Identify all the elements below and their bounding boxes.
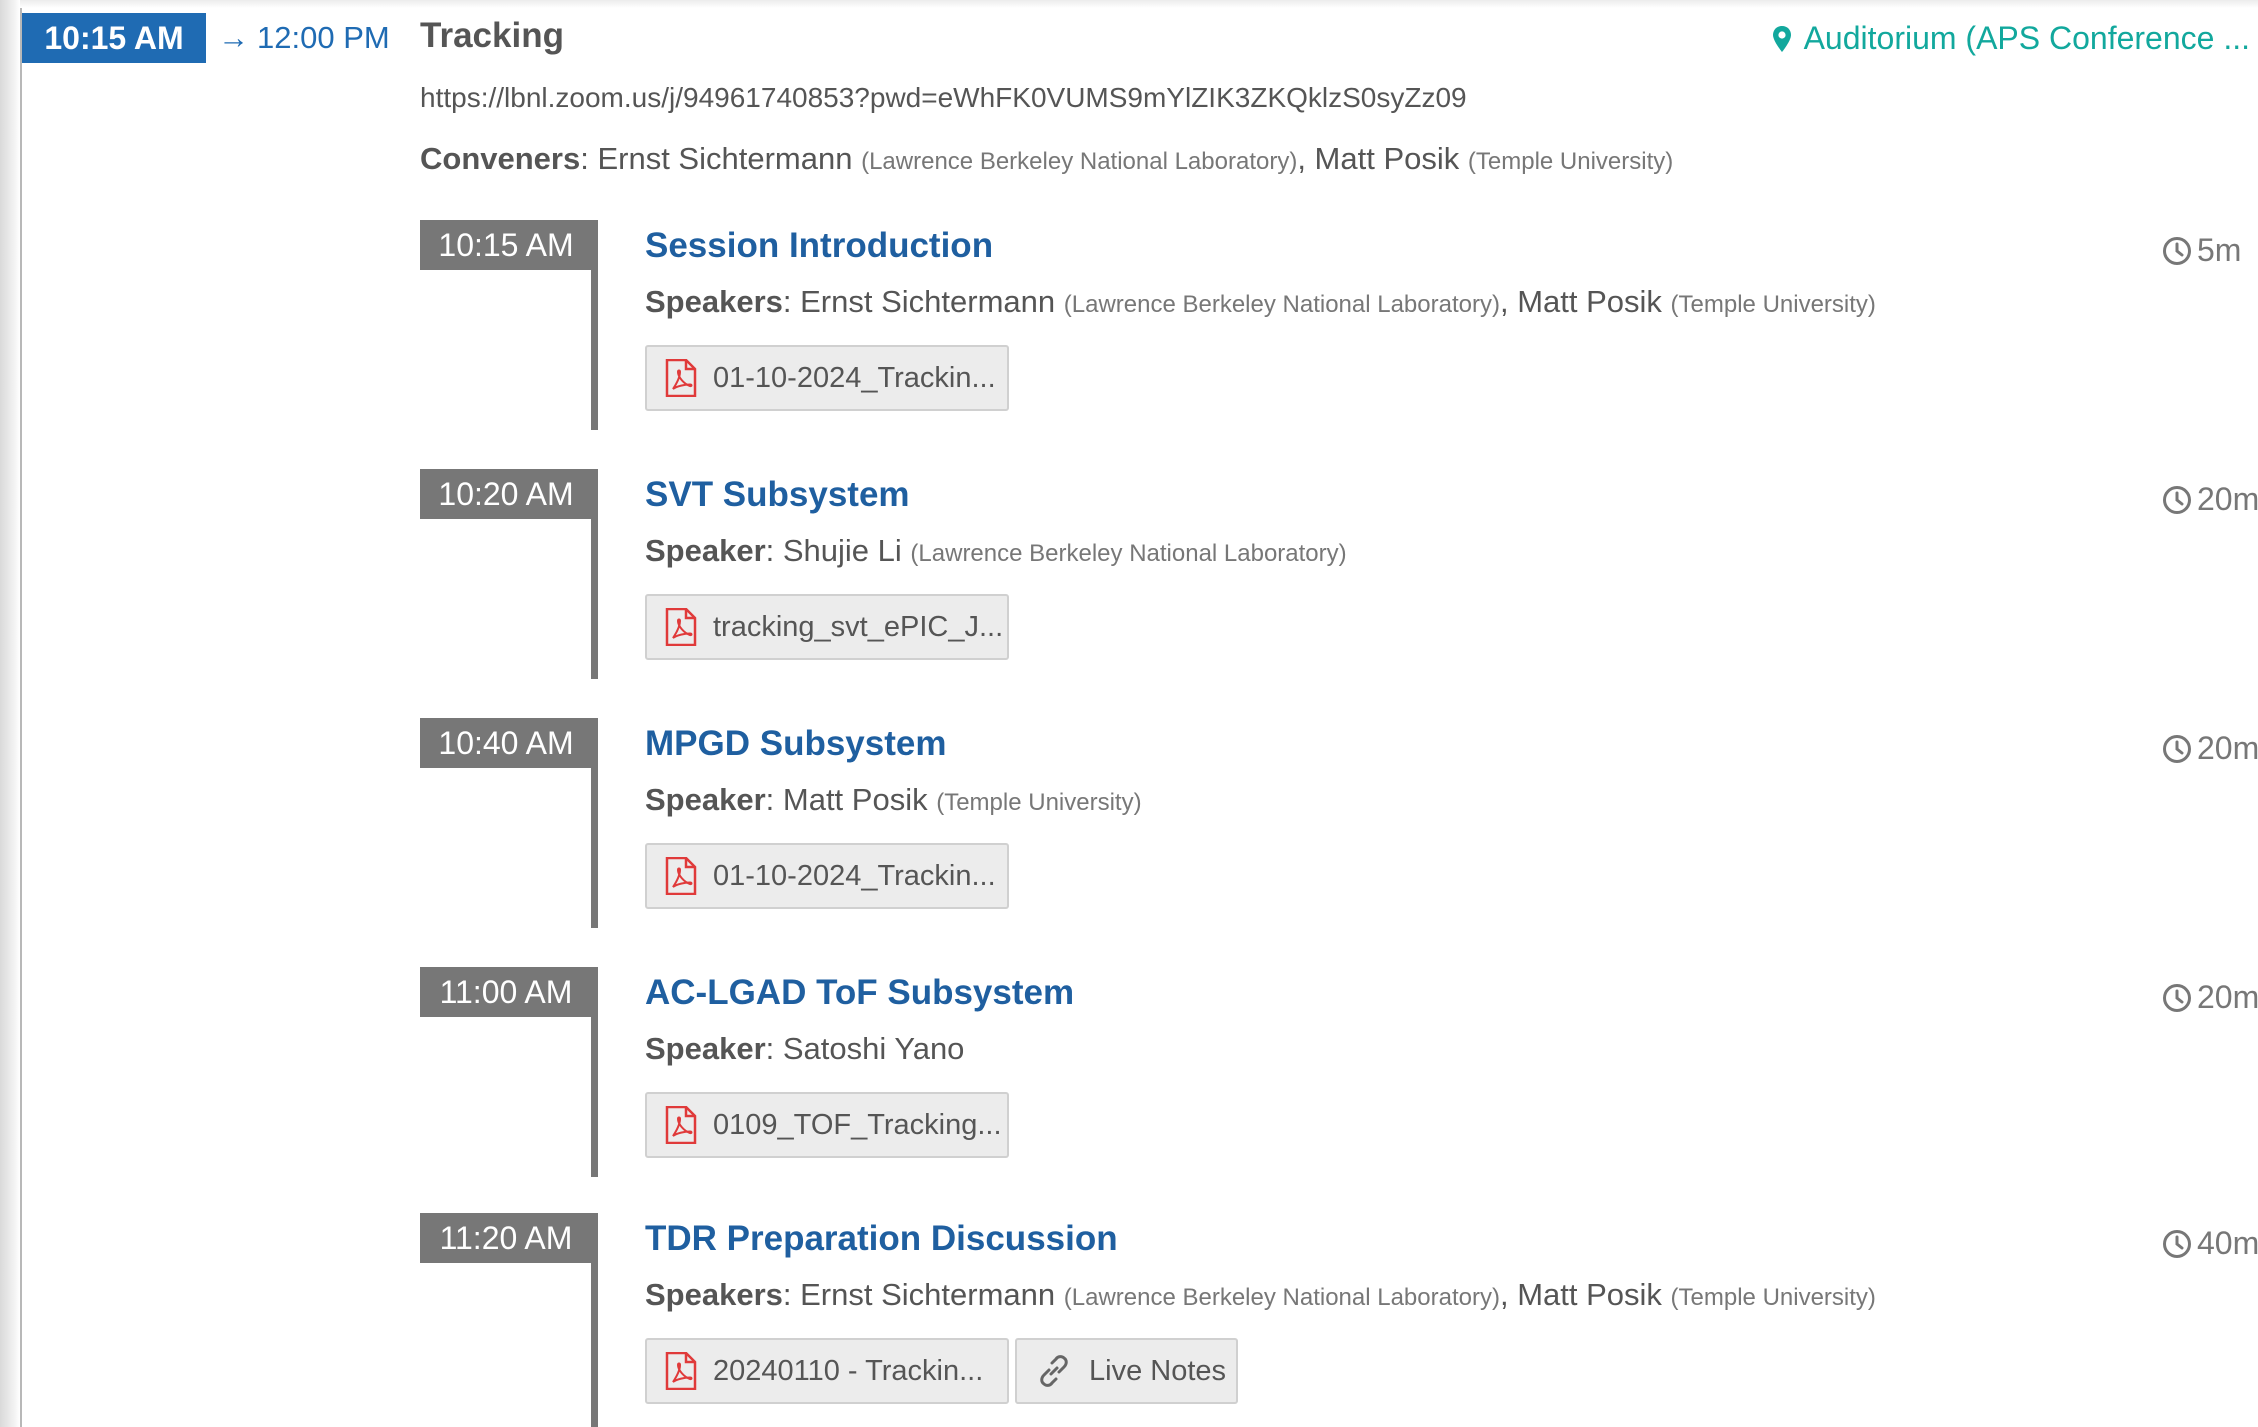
location-label: Auditorium (APS Conference ...: [1803, 20, 2250, 56]
convener-name: Ernst Sichtermann: [597, 141, 853, 176]
attachment-button[interactable]: tracking_svt_ePIC_J...: [645, 594, 1009, 660]
contribution-title[interactable]: MPGD Subsystem: [645, 724, 946, 764]
speaker-name: Matt Posik: [1517, 284, 1662, 319]
timeline-bar: [591, 469, 598, 679]
contribution-time: 11:00 AM: [420, 967, 592, 1017]
contribution-item: 10:40 AM MPGD Subsystem 20m Speaker: Mat…: [0, 718, 2258, 967]
contribution-time: 11:20 AM: [420, 1213, 592, 1263]
attachment-button[interactable]: 01-10-2024_Trackin...: [645, 843, 1009, 909]
duration-label: 20m: [2197, 481, 2258, 517]
clock-icon: [2162, 983, 2192, 1013]
contribution-time: 10:20 AM: [420, 469, 592, 519]
map-pin-icon: [1772, 25, 1792, 53]
session-location[interactable]: Auditorium (APS Conference ...: [1772, 20, 2250, 57]
clock-icon: [2162, 485, 2192, 515]
conveners: Conveners: Ernst Sichtermann (Lawrence B…: [420, 141, 1674, 176]
clock-icon: [2162, 734, 2192, 764]
duration-label: 20m: [2197, 730, 2258, 766]
speaker-name: Ernst Sichtermann: [800, 1277, 1056, 1312]
timeline-bar: [591, 718, 598, 928]
speaker-name: Satoshi Yano: [782, 1031, 965, 1066]
convener-name: Matt Posik: [1314, 141, 1460, 176]
speakers-label: Speakers: [645, 1277, 783, 1312]
contribution-duration: 20m: [2162, 481, 2258, 518]
attachment-label: 01-10-2024_Trackin...: [713, 361, 996, 394]
speakers-label: Speaker: [645, 533, 766, 568]
attachment-label: tracking_svt_ePIC_J...: [713, 610, 1004, 643]
conveners-label: Conveners: [420, 141, 581, 176]
contribution-item: 11:00 AM AC-LGAD ToF Subsystem 20m Speak…: [0, 967, 2258, 1216]
arrow-right-icon: →: [218, 20, 249, 55]
attachment-button[interactable]: 0109_TOF_Tracking...: [645, 1092, 1009, 1158]
duration-label: 20m: [2197, 979, 2258, 1015]
attachment-button[interactable]: 01-10-2024_Trackin...: [645, 345, 1009, 411]
session-end-time: → 12:00 PM: [218, 18, 390, 58]
contribution-speakers: Speakers: Ernst Sichtermann (Lawrence Be…: [645, 284, 1876, 319]
attachment-label: 20240110 - Trackin...: [713, 1354, 984, 1387]
attachment-button[interactable]: 20240110 - Trackin...: [645, 1338, 1009, 1404]
clock-icon: [2162, 236, 2192, 266]
contribution-title[interactable]: SVT Subsystem: [645, 475, 910, 515]
contribution-speakers: Speaker: Matt Posik (Temple University): [645, 782, 1142, 817]
session-start-time: 10:15 AM: [22, 13, 206, 63]
speaker-affiliation: (Temple University): [1670, 1284, 1876, 1311]
zoom-link[interactable]: https://lbnl.zoom.us/j/94961740853?pwd=e…: [420, 82, 1467, 114]
pdf-icon: [665, 1352, 697, 1390]
speakers-label: Speaker: [645, 782, 766, 817]
speaker-name: Shujie Li: [782, 533, 902, 568]
timeline-bar: [591, 1213, 598, 1427]
speaker-name: Matt Posik: [782, 782, 928, 817]
contribution-time: 10:15 AM: [420, 220, 592, 270]
speaker-affiliation: (Temple University): [936, 789, 1142, 816]
session-title[interactable]: Tracking: [420, 16, 564, 56]
duration-label: 5m: [2197, 232, 2242, 268]
speaker-name: Matt Posik: [1517, 1277, 1662, 1312]
contribution-time: 10:40 AM: [420, 718, 592, 768]
speaker-name: Ernst Sichtermann: [800, 284, 1056, 319]
contribution-speakers: Speakers: Ernst Sichtermann (Lawrence Be…: [645, 1277, 1876, 1312]
speaker-affiliation: (Lawrence Berkeley National Laboratory): [1063, 291, 1500, 318]
session-end-label: 12:00 PM: [257, 20, 390, 55]
convener-affiliation: (Lawrence Berkeley National Laboratory): [861, 148, 1298, 175]
pdf-icon: [665, 1106, 697, 1144]
contribution-duration: 5m: [2162, 232, 2241, 269]
contribution-title[interactable]: AC-LGAD ToF Subsystem: [645, 973, 1074, 1013]
contribution-item: 10:15 AM Session Introduction 5m Speaker…: [0, 220, 2258, 469]
contribution-duration: 20m: [2162, 730, 2258, 767]
contribution-speakers: Speaker: Satoshi Yano: [645, 1031, 965, 1066]
pdf-icon: [665, 359, 697, 397]
live-notes-button[interactable]: Live Notes: [1015, 1338, 1238, 1404]
timeline-bar: [591, 220, 598, 430]
contribution-item: 11:20 AM TDR Preparation Discussion 40m …: [0, 1213, 2258, 1427]
attachment-label: 0109_TOF_Tracking...: [713, 1108, 1002, 1141]
speakers-label: Speakers: [645, 284, 783, 319]
speaker-affiliation: (Lawrence Berkeley National Laboratory): [910, 540, 1347, 567]
link-icon: [1035, 1352, 1073, 1390]
speakers-label: Speaker: [645, 1031, 766, 1066]
attachment-label: Live Notes: [1089, 1354, 1227, 1387]
clock-icon: [2162, 1229, 2192, 1259]
contribution-item: 10:20 AM SVT Subsystem 20m Speaker: Shuj…: [0, 469, 2258, 718]
speaker-affiliation: (Temple University): [1670, 291, 1876, 318]
convener-affiliation: (Temple University): [1467, 148, 1674, 175]
pdf-icon: [665, 608, 697, 646]
pdf-icon: [665, 857, 697, 895]
window-frame-top: [20, 0, 2258, 8]
attachment-label: 01-10-2024_Trackin...: [713, 859, 996, 892]
contribution-duration: 20m: [2162, 979, 2258, 1016]
contribution-duration: 40m: [2162, 1225, 2258, 1262]
contribution-title[interactable]: Session Introduction: [645, 226, 993, 266]
timeline-bar: [591, 967, 598, 1177]
duration-label: 40m: [2197, 1225, 2258, 1261]
contribution-speakers: Speaker: Shujie Li (Lawrence Berkeley Na…: [645, 533, 1347, 568]
speaker-affiliation: (Lawrence Berkeley National Laboratory): [1063, 1284, 1500, 1311]
contribution-title[interactable]: TDR Preparation Discussion: [645, 1219, 1118, 1259]
